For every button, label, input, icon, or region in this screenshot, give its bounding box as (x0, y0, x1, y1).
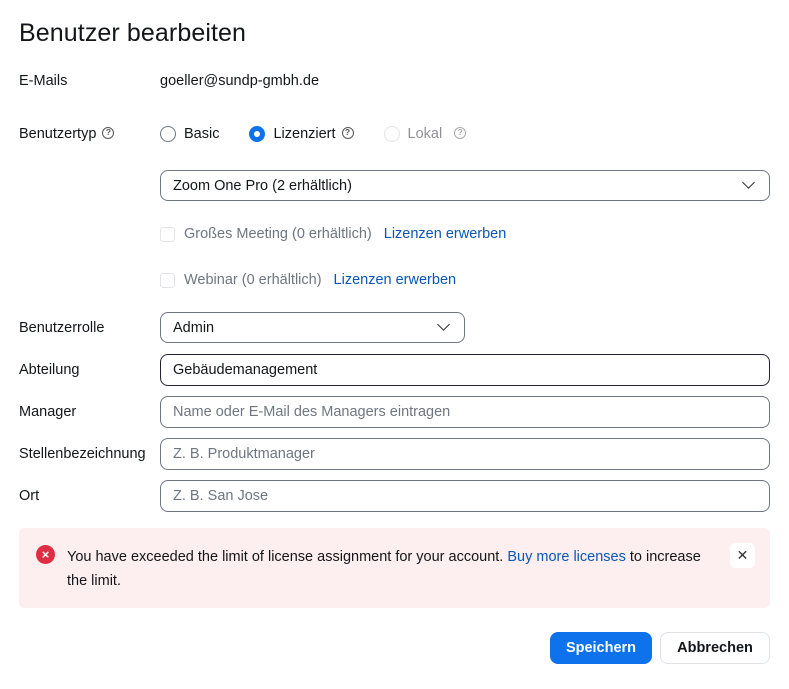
user-type-label-row: Benutzertyp? (19, 126, 115, 142)
radio-licensed-label: Lizenziert (273, 126, 336, 142)
dialog-title: Benutzer bearbeiten (19, 19, 247, 47)
department-label: Abteilung (19, 362, 80, 378)
webinar-checkbox (160, 272, 175, 288)
buy-more-licenses-link[interactable]: Buy more licenses (507, 549, 625, 565)
large-meeting-checkbox (160, 226, 175, 242)
radio-circle-checked[interactable] (249, 126, 266, 142)
webinar-label: Webinar (0 erhältlich) (184, 272, 322, 288)
location-input[interactable]: Z. B. San Jose (160, 480, 770, 512)
question-circle-icon[interactable]: ? (454, 127, 467, 139)
chevron-down-icon (742, 176, 755, 189)
radio-basic-label: Basic (184, 126, 220, 142)
radio-local: Lokal ? (383, 126, 467, 142)
buy-licenses-link-large-meeting[interactable]: Lizenzen erwerben (384, 226, 507, 242)
radio-licensed[interactable]: Lizenziert ? (249, 126, 354, 142)
buy-licenses-link-webinar[interactable]: Lizenzen erwerben (334, 272, 457, 288)
license-limit-alert: × You have exceeded the limit of license… (19, 528, 770, 608)
chevron-down-icon (437, 318, 450, 331)
radio-circle[interactable] (160, 126, 176, 142)
manager-placeholder: Name oder E-Mail des Managers eintragen (173, 404, 451, 420)
emails-label: E-Mails (19, 73, 68, 89)
question-circle-icon[interactable]: ? (102, 127, 115, 140)
cancel-button[interactable]: Abbrechen (660, 632, 770, 664)
job-title-placeholder: Z. B. Produktmanager (173, 446, 315, 462)
role-select[interactable]: Admin (160, 312, 465, 343)
department-value: Gebäudemanagement (173, 362, 318, 378)
role-select-value: Admin (173, 319, 215, 336)
alert-text-before: You have exceeded the limit of license a… (67, 549, 504, 565)
user-type-radio-group: Basic Lizenziert ? Lokal ? (160, 124, 496, 144)
large-meeting-label: Großes Meeting (0 erhältlich) (184, 226, 372, 242)
manager-label: Manager (19, 404, 77, 420)
radio-circle-disabled (383, 126, 400, 142)
location-placeholder: Z. B. San Jose (173, 488, 269, 504)
close-icon[interactable]: ✕ (730, 543, 755, 568)
alert-message: You have exceeded the limit of license a… (67, 545, 707, 593)
job-title-input[interactable]: Z. B. Produktmanager (160, 438, 770, 470)
question-circle-icon[interactable]: ? (341, 127, 354, 139)
manager-input[interactable]: Name oder E-Mail des Managers eintragen (160, 396, 770, 428)
user-type-label: Benutzertyp (19, 126, 97, 142)
role-label: Benutzerrolle (19, 320, 105, 336)
addon-large-meeting-row: Großes Meeting (0 erhältlich) Lizenzen e… (160, 226, 506, 242)
license-select-value: Zoom One Pro (2 erhältlich) (173, 177, 352, 194)
radio-local-label: Lokal (407, 126, 443, 142)
edit-user-dialog: Benutzer bearbeiten E-Mails goeller@sund… (0, 0, 789, 689)
location-label: Ort (19, 488, 40, 504)
addon-webinar-row: Webinar (0 erhältlich) Lizenzen erwerben (160, 272, 456, 288)
error-x-icon: × (36, 545, 55, 564)
job-title-label: Stellenbezeichnung (19, 446, 146, 462)
save-button[interactable]: Speichern (550, 632, 652, 664)
radio-basic[interactable]: Basic (160, 126, 219, 142)
license-select[interactable]: Zoom One Pro (2 erhältlich) (160, 170, 770, 201)
emails-value: goeller@sundp-gmbh.de (160, 73, 320, 89)
department-input[interactable]: Gebäudemanagement (160, 354, 770, 386)
